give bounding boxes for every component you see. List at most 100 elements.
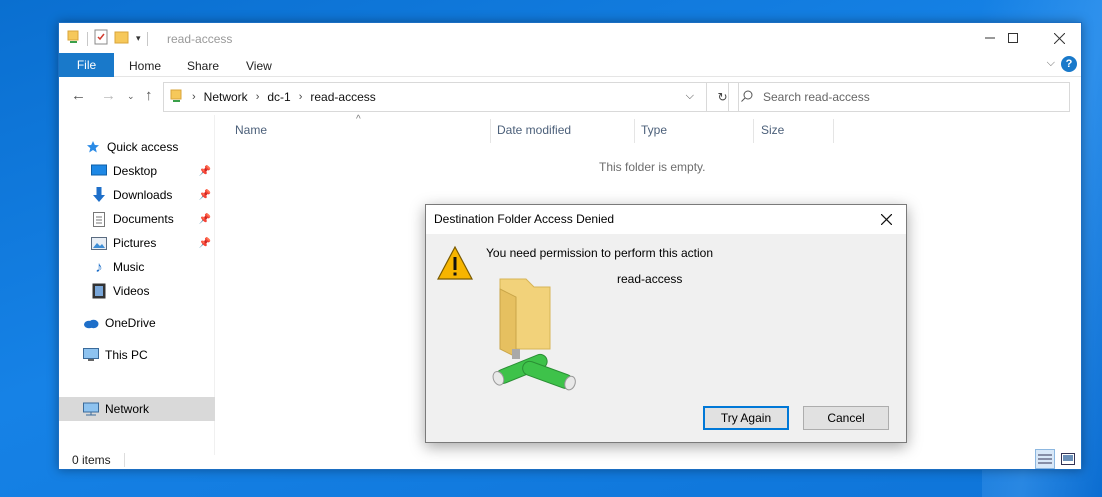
folder-pin-icon — [67, 29, 81, 48]
search-box[interactable]: Search read-access — [728, 82, 1070, 112]
cloud-icon — [83, 315, 99, 331]
up-arrow-icon[interactable]: ↑ — [145, 87, 153, 104]
sort-ascending-icon: ^ — [356, 114, 361, 125]
breadcrumb-read-access[interactable]: read-access — [310, 90, 375, 104]
sidebar-item-this-pc[interactable]: This PC — [59, 343, 215, 367]
help-icon[interactable]: ? — [1061, 56, 1077, 72]
chevron-right-icon: › — [192, 91, 196, 103]
dialog-title-bar: Destination Folder Access Denied — [426, 205, 906, 234]
sidebar-item-onedrive[interactable]: OneDrive — [59, 311, 215, 335]
status-bar: 0 items — [59, 449, 1081, 471]
access-denied-dialog: Destination Folder Access Denied You nee… — [425, 204, 907, 443]
customize-toolbar-icon[interactable]: ▾ — [136, 33, 141, 44]
sidebar-item-label: Documents — [113, 212, 174, 226]
forward-arrow-icon[interactable]: → — [101, 87, 116, 104]
recent-locations-icon[interactable]: ⌄ — [127, 91, 135, 102]
column-divider[interactable] — [634, 119, 635, 143]
sidebar-item-quick-access[interactable]: Quick access — [59, 135, 215, 159]
sidebar-item-label: Videos — [113, 284, 150, 298]
search-placeholder: Search read-access — [763, 90, 870, 104]
tab-share[interactable]: Share — [187, 59, 219, 73]
chevron-down-icon[interactable]: ⌵ — [686, 90, 694, 103]
tab-file[interactable]: File — [59, 53, 114, 77]
sidebar-item-label: OneDrive — [105, 316, 156, 330]
empty-folder-message: This folder is empty. — [599, 160, 706, 174]
dialog-message: You need permission to perform this acti… — [486, 246, 714, 260]
network-folder-icon — [170, 88, 184, 107]
sidebar-item-music[interactable]: ♪ Music — [59, 255, 215, 279]
details-view-button[interactable] — [1035, 449, 1055, 469]
column-divider[interactable] — [833, 119, 834, 143]
separator — [124, 453, 125, 467]
try-again-button[interactable]: Try Again — [703, 406, 789, 430]
column-size[interactable]: Size — [761, 123, 784, 137]
breadcrumb-network[interactable]: Network — [204, 90, 248, 104]
pictures-icon — [91, 235, 107, 251]
properties-icon[interactable] — [94, 29, 108, 48]
pin-icon[interactable]: 📌 — [199, 190, 211, 201]
maximize-icon — [1008, 33, 1018, 43]
dialog-title: Destination Folder Access Denied — [434, 212, 615, 226]
column-date-modified[interactable]: Date modified — [497, 123, 571, 137]
column-name[interactable]: Name — [235, 123, 267, 137]
sidebar-item-label: Quick access — [107, 140, 179, 154]
tab-view[interactable]: View — [246, 59, 272, 73]
large-icons-view-button[interactable] — [1058, 449, 1078, 469]
close-button[interactable] — [1036, 23, 1082, 53]
documents-icon — [91, 211, 107, 227]
computer-icon — [83, 347, 99, 363]
sidebar-item-label: Pictures — [113, 236, 157, 250]
search-icon — [741, 90, 753, 105]
separator — [87, 31, 88, 46]
details-view-icon — [1038, 454, 1052, 464]
sidebar-item-label: This PC — [105, 348, 148, 362]
column-divider[interactable] — [753, 119, 754, 143]
music-icon: ♪ — [95, 258, 103, 276]
chevron-right-icon[interactable]: › — [256, 91, 260, 103]
item-count: 0 items — [72, 453, 111, 467]
download-icon — [91, 187, 107, 203]
maximize-button[interactable] — [990, 23, 1036, 53]
title-bar: ▾ read-access — [59, 23, 1081, 53]
sidebar-item-downloads[interactable]: Downloads 📌 — [59, 183, 215, 207]
sidebar-item-label: Downloads — [113, 188, 173, 202]
separator — [146, 31, 148, 46]
back-arrow-icon[interactable]: ← — [71, 87, 86, 104]
address-bar[interactable]: › Network › dc-1 › read-access ⌵ ↻ — [163, 82, 739, 112]
large-icons-view-icon — [1061, 453, 1075, 465]
pin-icon[interactable]: 📌 — [199, 166, 211, 177]
desktop-icon — [91, 163, 107, 179]
tab-home[interactable]: Home — [129, 59, 161, 73]
window-title: read-access — [167, 32, 233, 46]
chevron-right-icon[interactable]: › — [299, 91, 303, 103]
sidebar-item-desktop[interactable]: Desktop 📌 — [59, 159, 215, 183]
breadcrumb-dc-1[interactable]: dc-1 — [267, 90, 290, 104]
network-folder-icon — [486, 275, 582, 394]
quick-access-toolbar: ▾ — [67, 29, 148, 48]
new-folder-icon[interactable] — [114, 29, 130, 48]
navigation-bar: ← → ⌄ ↑ › Network › dc-1 › read-access ⌵… — [59, 79, 1081, 115]
close-icon — [880, 214, 892, 225]
expand-ribbon-icon[interactable]: ⌵ — [1047, 57, 1055, 70]
sidebar-item-label: Network — [105, 402, 150, 416]
sidebar-item-label: Desktop — [113, 164, 158, 178]
sidebar-item-label: Music — [113, 260, 145, 274]
close-icon — [1053, 32, 1065, 44]
pin-icon[interactable]: 📌 — [199, 238, 211, 249]
navigation-pane: Quick access Desktop 📌 Downloads 📌 Docum… — [59, 115, 215, 455]
network-icon — [83, 401, 99, 417]
dialog-close-button[interactable] — [870, 205, 902, 234]
sidebar-item-network[interactable]: Network — [59, 397, 215, 421]
warning-icon — [436, 245, 474, 284]
cancel-button[interactable]: Cancel — [803, 406, 889, 430]
dialog-folder-name: read-access — [617, 272, 683, 286]
videos-icon — [91, 283, 107, 299]
sidebar-item-videos[interactable]: Videos — [59, 279, 215, 303]
ribbon-tabs: File Home Share View ⌵ ? — [59, 53, 1081, 77]
sidebar-item-pictures[interactable]: Pictures 📌 — [59, 231, 215, 255]
column-divider[interactable] — [490, 119, 491, 143]
column-type[interactable]: Type — [641, 123, 667, 137]
pin-icon[interactable]: 📌 — [199, 214, 211, 225]
star-icon — [85, 139, 101, 155]
sidebar-item-documents[interactable]: Documents 📌 — [59, 207, 215, 231]
